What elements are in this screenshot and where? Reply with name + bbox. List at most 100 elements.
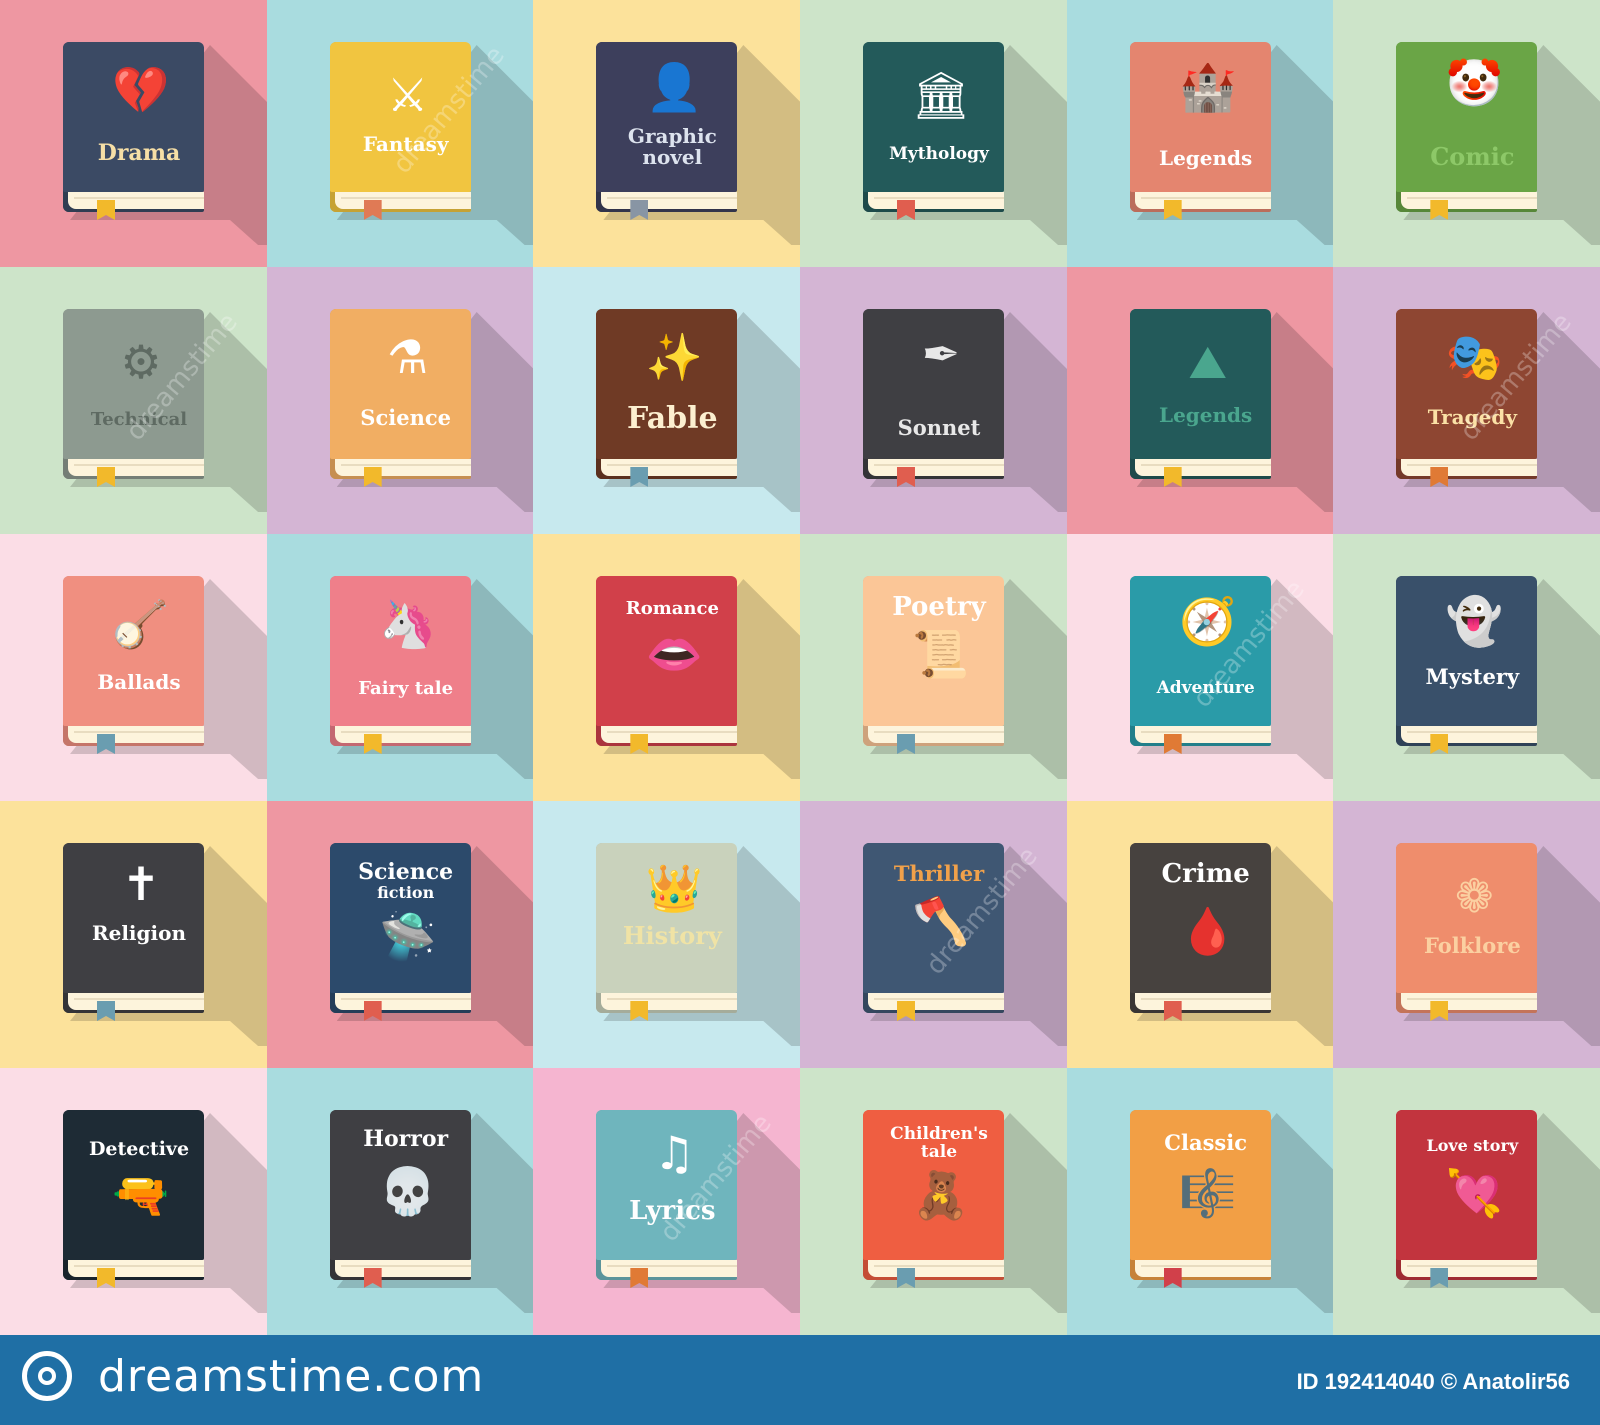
castle-icon: 🏰 [1179,60,1237,114]
book-cover: 🦄 Fairy tale [329,576,471,726]
book-genre-subtitle: fiction [377,883,435,902]
ufo-icon: 🛸 [379,909,437,963]
bookmark-ribbon [630,1001,649,1021]
book-genre-title: Folklore [1423,933,1521,958]
bookmark-ribbon [97,1001,115,1021]
book-genre-title: Horror [363,1126,449,1152]
book-cover: ✝ Religion [63,843,204,993]
book-cover: ⛰ Legends [1129,309,1271,459]
book-tile: ✝ Religion [0,801,267,1068]
book: 🦄 Fairy tale [329,576,471,754]
book-genre-title: Science [360,405,452,430]
book-pages [68,726,204,743]
book-tile: 🧭 Adventure dreamstime [1066,534,1334,801]
book-pages [1134,459,1271,476]
book: 🔫 Detective [63,1110,204,1288]
book-tile: 👻 Mystery [1333,534,1600,801]
book-tile: ✨ Fable [533,267,800,534]
book: ✒ Sonnet [862,309,1004,487]
book-genre-title: Mystery [1425,664,1520,689]
footer-bar: dreamstime.com ID 192414040 © Anatolir56 [0,1335,1600,1425]
bookmark-ribbon [630,1268,649,1288]
book-cover: ✒ Sonnet [862,309,1004,459]
book-genre-title: Graphic novel [627,124,717,169]
book-cover: 👤 Graphic novel [596,42,738,192]
clown-icon: 🤡 [1445,56,1503,110]
book-cover: ⚙ Technical [63,309,204,459]
book-genre-title: Children's tale [890,1124,988,1162]
compass-icon: 🧭 [1179,594,1237,648]
bookmark-ribbon [1430,200,1449,220]
book-pages [1401,192,1538,209]
book-pages [601,459,738,476]
book-tile: 👑 History [533,801,800,1068]
book-pages [867,1260,1004,1277]
axe-icon: 🪓 [912,894,970,948]
book-cover: 💔 Drama [63,42,204,192]
book-genre-title: Fairy tale [358,678,454,699]
book-tile: 💘 Love story [1333,1068,1600,1335]
book-tile: 🩸 Crime [1066,801,1334,1068]
book-pages [601,993,738,1010]
bookmark-ribbon [1430,467,1449,487]
book-cover: 🤡 Comic [1396,42,1538,192]
book-pages [68,993,204,1010]
book: 🪕 Ballads [63,576,204,754]
book-genre-title: Ballads [97,670,181,694]
mountains-icon: ⛰ [1188,335,1227,389]
pistol-icon: 🔫 [112,1168,170,1222]
book-tile: ⚔ Fantasy dreamstime [266,0,534,267]
book-tile: 🤡 Comic [1333,0,1600,267]
book-pages [867,726,1004,743]
book: 🎭 Tragedy [1396,309,1538,487]
book-pages [1134,1260,1271,1277]
book-cover: 🎭 Tragedy [1396,309,1538,459]
book-pages [601,192,738,209]
flask-icon: ⚗ [387,330,429,384]
book-tile: 🏛 Mythology [799,0,1067,267]
book-cover: 🏛 Mythology [862,42,1004,192]
bookmark-ribbon [630,734,649,754]
bookmark-ribbon [1430,1001,1449,1021]
bookmark-ribbon [97,200,115,220]
book-cover: 👑 History [596,843,738,993]
book-tile: ⚗ Science [266,267,534,534]
book-cover: ✨ Fable [596,309,738,459]
book-pages [68,1260,204,1277]
book: ⛰ Legends [1129,309,1271,487]
book-genre-title: Lyrics [629,1196,716,1226]
book-tile: 🏰 Legends [1066,0,1334,267]
book-pages [1134,993,1271,1010]
book-tile: 🎭 Tragedy dreamstime [1333,267,1600,534]
magic-wand-icon: ✨ [645,330,703,384]
book-genre-title: Science [358,859,454,885]
book: 👤 Graphic novel [596,42,738,220]
book-genre-title: Crime [1161,859,1250,889]
bookmark-ribbon [896,467,915,487]
bookmark-ribbon [97,1268,115,1288]
book-genre-title: Classic [1164,1130,1248,1155]
book-pages [334,459,471,476]
book: ⚔ Fantasy [329,42,471,220]
quill-ink-icon: ✒ [921,327,961,381]
teddy-bear-icon: 🧸 [912,1168,970,1222]
book-pages [867,192,1004,209]
skull-icon: 💀 [379,1164,437,1218]
bookmark-ribbon [1163,1268,1182,1288]
book-tile: ♫ Lyrics dreamstime [533,1068,800,1335]
book-tile: ⛰ Legends [1066,267,1334,534]
bookmark-ribbon [896,734,915,754]
bookmark-ribbon [363,1268,382,1288]
book-cover: ♫ Lyrics [596,1110,738,1260]
floral-ornament-icon: ❁ [1455,869,1494,923]
book: ❁ Folklore [1396,843,1538,1021]
bookmark-ribbon [630,200,649,220]
footer-credit: ID 192414040 © Anatolir56 [1296,1369,1570,1394]
book-tile: 💀 Horror [266,1068,534,1335]
book: ✨ Fable [596,309,738,487]
book: 💘 Love story [1396,1110,1538,1288]
book: 🧭 Adventure [1129,576,1271,754]
book-cover: ⚗ Science [329,309,471,459]
bookmark-ribbon [1163,467,1182,487]
book-tile: 🔫 Detective [0,1068,267,1335]
